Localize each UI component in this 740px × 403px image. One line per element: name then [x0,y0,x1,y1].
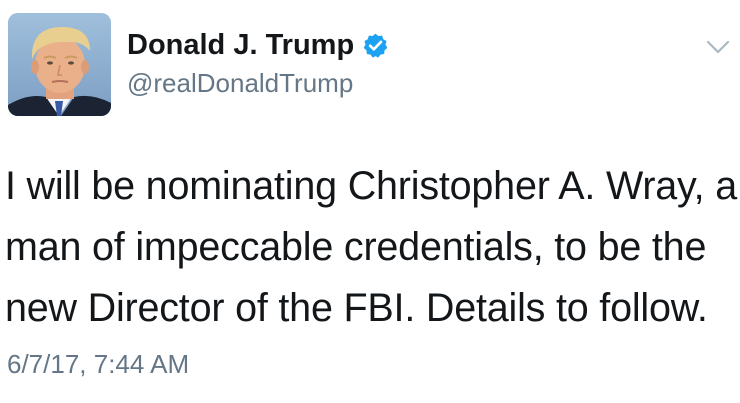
display-name[interactable]: Donald J. Trump [127,27,354,63]
user-handle[interactable]: @realDonaldTrump [127,67,353,99]
chevron-down-icon[interactable] [704,36,732,58]
verified-badge-icon [362,32,389,59]
tweet-text: I will be nominating Christopher A. Wray… [5,156,737,339]
tweet-text-line: new Director of the FBI. Details to foll… [5,286,708,330]
tweet-text-line: I will be nominating Christopher A. Wray… [5,164,737,208]
author-name-row: Donald J. Trump [127,27,389,63]
tweet-timestamp[interactable]: 6/7/17, 7:44 AM [7,348,189,380]
profile-photo [8,13,111,116]
avatar[interactable] [8,13,111,116]
tweet-text-line: man of impeccable credentials, to be the [5,225,707,269]
